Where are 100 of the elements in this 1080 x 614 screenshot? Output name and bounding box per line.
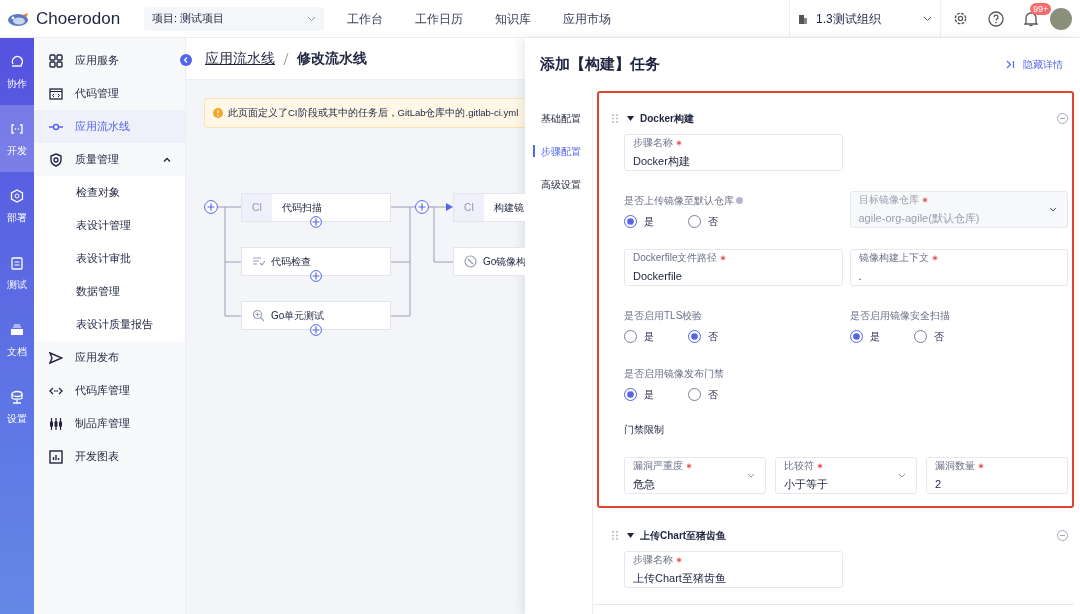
rail-icon	[10, 255, 24, 270]
nav-link[interactable]: 工作日历	[415, 9, 463, 28]
sidebar-subitem[interactable]: 表设计管理	[34, 209, 185, 242]
job-name: 构建镜	[493, 201, 524, 215]
chevron-down-icon	[923, 15, 932, 22]
panel-nav-item[interactable]: 步骤配置	[525, 135, 592, 168]
select-field[interactable]: 比较符 小于等于	[775, 457, 917, 494]
brand-name: Choerodon	[36, 7, 121, 30]
hide-details-link[interactable]: 隐藏详情	[1006, 57, 1063, 72]
rail-icon	[10, 322, 24, 337]
sidebar-item[interactable]: 应用服务	[34, 44, 185, 77]
step-title: Docker构建	[640, 111, 695, 126]
help-button[interactable]	[988, 10, 1004, 27]
warning-icon	[213, 108, 223, 118]
rail-icon	[10, 54, 24, 69]
field-label: 是否启用TLS校验	[624, 309, 703, 323]
magnifier-icon	[252, 309, 265, 322]
panel-nav-item[interactable]: 基础配置	[525, 102, 592, 135]
drag-handle-icon	[612, 530, 618, 540]
radio-option[interactable]: 是	[624, 329, 688, 344]
radio-option[interactable]: 否	[688, 387, 752, 402]
job-card[interactable]: CI 代码扫描	[241, 193, 391, 222]
rail-icon	[10, 389, 24, 404]
menu-icon	[49, 416, 63, 431]
job-card[interactable]: Go单元测试	[241, 301, 391, 330]
radio-option[interactable]: 是	[624, 214, 688, 229]
breadcrumb-separator-icon	[283, 51, 289, 66]
input-field[interactable]: 漏洞数量 2	[926, 457, 1068, 494]
notification-button[interactable]	[1024, 10, 1038, 27]
sidebar-subitem[interactable]: 数据管理	[34, 275, 185, 308]
add-button[interactable]	[415, 200, 429, 214]
radio-option[interactable]: 否	[688, 214, 752, 229]
ci-tag: CI	[242, 194, 272, 221]
sidebar-item[interactable]: 质量管理	[34, 143, 185, 176]
sidebar-item[interactable]: 制品库管理	[34, 407, 185, 440]
menu-icon	[49, 53, 63, 68]
menu-icon	[49, 86, 63, 101]
nav-link[interactable]: 应用市场	[563, 9, 611, 28]
nav-link[interactable]: 工作台	[347, 9, 383, 28]
sidebar-item[interactable]: 应用流水线	[34, 110, 185, 143]
job-card[interactable]: Go镜像构	[453, 247, 525, 276]
checklist-icon	[252, 255, 265, 268]
input-field[interactable]: 步骤名称 Docker构建	[624, 134, 843, 171]
chevron-left-icon	[183, 57, 189, 63]
panel-nav-item[interactable]: 高级设置	[525, 168, 592, 201]
input-field[interactable]: 镜像构建上下文 .	[849, 249, 1068, 286]
organization-select[interactable]: 1.3测试组织	[789, 0, 941, 38]
select-field[interactable]: 漏洞严重度 危急	[624, 457, 766, 494]
field-label: 是否启用镜像安全扫描	[849, 309, 950, 323]
building-icon	[798, 13, 808, 24]
rail-item[interactable]: 部署	[0, 172, 34, 239]
sidebar-subitem[interactable]: 检查对象	[34, 176, 185, 209]
chevron-down-icon	[1049, 207, 1057, 212]
ci-tag: CI	[454, 194, 484, 221]
sidebar-subitem[interactable]: 表设计质量报告	[34, 308, 185, 341]
input-field[interactable]: 步骤名称 上传Chart至猪齿鱼	[624, 551, 843, 588]
job-card[interactable]: CI 构建镜	[453, 193, 525, 222]
chevron-down-icon	[307, 15, 316, 22]
rail-item[interactable]: 测试	[0, 239, 34, 306]
circle-slash-icon	[464, 255, 477, 268]
add-button[interactable]	[310, 324, 322, 336]
radio-option[interactable]: 否	[913, 329, 978, 344]
rail-item[interactable]: 设置	[0, 373, 34, 440]
sidebar-subitem[interactable]: 表设计审批	[34, 242, 185, 275]
add-button[interactable]	[204, 200, 218, 214]
rail-item[interactable]: 协作	[0, 38, 34, 105]
menu-icon	[49, 449, 63, 464]
sidebar-item[interactable]: 代码管理	[34, 77, 185, 110]
section-label: 门禁限制	[624, 423, 665, 437]
job-name: Go单元测试	[270, 309, 325, 323]
remove-button[interactable]	[1057, 529, 1068, 541]
menu-icon	[49, 152, 63, 167]
drag-handle-icon	[612, 113, 618, 123]
sidebar-item[interactable]: 应用发布	[34, 341, 185, 374]
rail-item[interactable]: 文档	[0, 306, 34, 373]
add-button[interactable]	[310, 270, 322, 282]
chevron-down-icon	[898, 473, 906, 478]
step-title: 上传Chart至猪齿鱼	[640, 528, 728, 543]
nav-link[interactable]: 知识库	[495, 9, 531, 28]
panel-title: 添加【构建】任务	[540, 54, 660, 75]
job-name: Go镜像构	[482, 255, 525, 269]
avatar[interactable]	[1050, 7, 1072, 30]
radio-option[interactable]: 是	[624, 387, 688, 402]
rail-item[interactable]: 开发	[0, 105, 34, 172]
rail-icon	[10, 121, 24, 136]
job-name: 代码检查	[270, 255, 311, 269]
radio-option[interactable]: 否	[688, 329, 752, 344]
chevron-down-icon	[747, 473, 755, 478]
radio-option[interactable]: 是	[849, 329, 914, 344]
sidebar-item[interactable]: 开发图表	[34, 440, 185, 473]
add-button[interactable]	[310, 216, 322, 228]
remove-button[interactable]	[1057, 112, 1068, 124]
job-card[interactable]: 代码检查	[241, 247, 391, 276]
menu-icon	[49, 350, 63, 365]
project-select[interactable]: 项目: 测试项目	[144, 6, 324, 31]
input-field[interactable]: Dockerfile文件路径 Dockerfile	[624, 249, 843, 286]
settings-button[interactable]	[953, 11, 968, 26]
field-label: 是否上传镜像至默认仓库	[624, 194, 734, 208]
breadcrumb-link[interactable]: 应用流水线	[205, 48, 275, 69]
sidebar-item[interactable]: 代码库管理	[34, 374, 185, 407]
